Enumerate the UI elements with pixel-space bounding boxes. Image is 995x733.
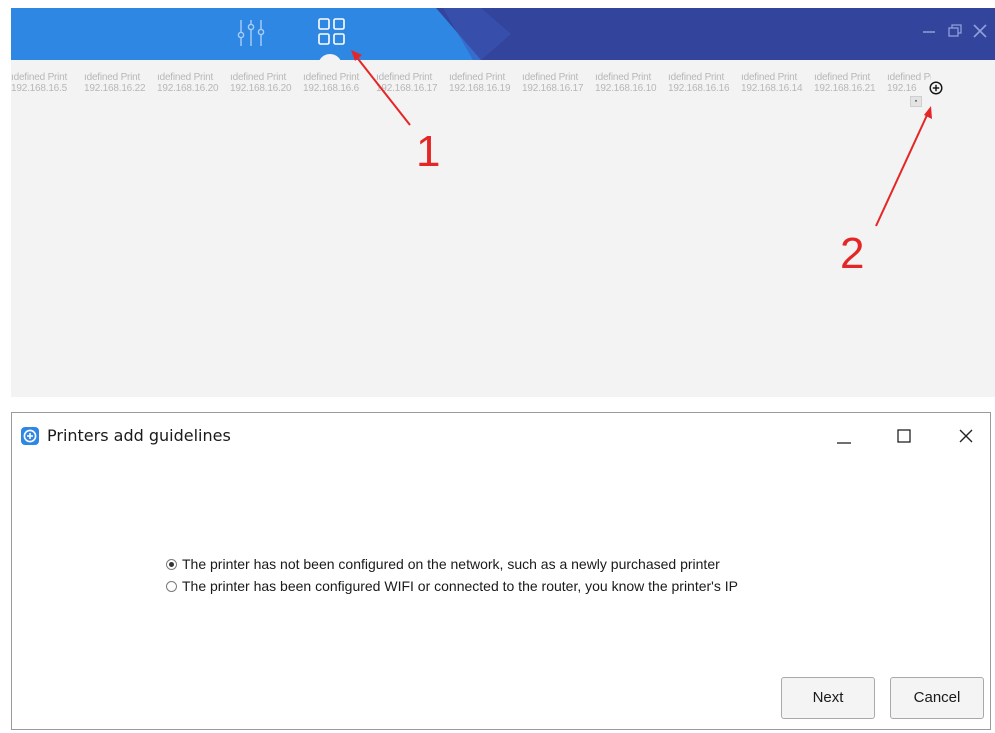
sliders-icon[interactable] [235, 18, 267, 48]
printer-ip: 192.168.16.21 [814, 83, 876, 94]
minimize-icon[interactable] [829, 421, 859, 451]
printer-item[interactable]: ıdefined Print 192.168.16.21 [814, 72, 887, 94]
radio-configured-wifi[interactable] [166, 580, 177, 592]
printer-ip: 192.168.16.20 [230, 83, 292, 94]
printer-item[interactable]: ıdefined Print 192.168.16.22 [84, 72, 157, 94]
close-icon[interactable] [969, 20, 991, 42]
printer-name: ıdefined Print [668, 72, 725, 83]
printer-item[interactable]: ıdefined Print 192.168.16.19 [449, 72, 522, 94]
printer-name: ıdefined Print [449, 72, 506, 83]
close-icon[interactable] [951, 421, 981, 451]
printer-name: ıdefined Print [11, 72, 68, 83]
printer-item[interactable]: ıdefined Print 192.168.16.16 [668, 72, 741, 94]
title-bar-dark-band [436, 8, 995, 60]
printer-name: ıdefined Print [157, 72, 214, 83]
printer-ip: 192.168.16.10 [595, 83, 657, 94]
printer-item[interactable]: ıdefined Print 192.168.16.20 [157, 72, 230, 94]
setup-options: The printer has not been configured on t… [166, 553, 738, 597]
next-button[interactable]: Next [781, 677, 875, 719]
printer-ip: 192.168.16.22 [84, 83, 146, 94]
printers-add-guidelines-dialog: Printers add guidelines The printer has … [11, 412, 991, 730]
cancel-button[interactable]: Cancel [890, 677, 984, 719]
option-configured-wifi-label: The printer has been configured WIFI or … [182, 578, 738, 594]
printer-name: ıdefined Print [522, 72, 579, 83]
restore-icon[interactable] [944, 20, 966, 42]
printer-ip: 192.168.16.5 [11, 83, 67, 94]
printer-item[interactable]: ıdefined Print 192.168.16.6 [303, 72, 376, 94]
printer-item[interactable]: ıdefined Print 192.168.16.17 [376, 72, 449, 94]
printer-ip: 192.168.16.17 [522, 83, 584, 94]
printer-name: ıdefined Print [814, 72, 871, 83]
option-configured-wifi[interactable]: The printer has been configured WIFI or … [166, 575, 738, 597]
annotation-label-1: 1 [416, 127, 441, 176]
printer-item[interactable]: ıdefined Print 192.168.16.10 [595, 72, 668, 94]
printer-ip: 192.168.16.20 [157, 83, 219, 94]
printer-app-icon [21, 427, 39, 445]
printer-name: ıdefined Print [303, 72, 360, 83]
printer-name: ıdefined Print [84, 72, 141, 83]
printer-ip: 192.168.16.17 [376, 83, 438, 94]
dialog-title: Printers add guidelines [47, 426, 231, 445]
printer-ip: 192.168.16.19 [449, 83, 511, 94]
option-not-configured[interactable]: The printer has not been configured on t… [166, 553, 738, 575]
printer-name: ıdefined Print [376, 72, 433, 83]
printer-item[interactable]: ıdefined Print 192.168.16.17 [522, 72, 595, 94]
annotation-label-2: 2 [840, 229, 865, 278]
option-not-configured-label: The printer has not been configured on t… [182, 556, 720, 572]
plus-circle-icon[interactable] [929, 81, 943, 95]
printer-ip: 192.168.16.16 [668, 83, 730, 94]
maximize-icon[interactable] [889, 421, 919, 451]
printer-name: ıdefined Print [741, 72, 798, 83]
printer-ip: 192.168.16.6 [303, 83, 359, 94]
printer-item[interactable]: ıdefined Printır192.16 [887, 72, 931, 94]
title-bar [11, 8, 995, 60]
printer-ip: 192.16 [887, 83, 917, 94]
minimize-icon[interactable] [918, 20, 940, 42]
printer-name: ıdefined Print [595, 72, 652, 83]
printer-item[interactable]: ıdefined Print 192.168.16.5 [11, 72, 84, 94]
grid-icon[interactable] [316, 16, 348, 48]
radio-not-configured[interactable] [166, 558, 177, 570]
printer-ip: 192.168.16.14 [741, 83, 803, 94]
printer-item[interactable]: ıdefined Print 192.168.16.14 [741, 72, 814, 94]
printer-name: ıdefined Print [230, 72, 287, 83]
printer-app-window: ıdefined Print 192.168.16.5 ıdefined Print… [11, 8, 995, 397]
scroll-button[interactable]: ▪ [910, 96, 922, 107]
printer-list: ıdefined Print 192.168.16.5 ıdefined Print… [11, 72, 931, 102]
printer-item[interactable]: ıdefined Print 192.168.16.20 [230, 72, 303, 94]
printer-name: ıdefined Printır [887, 72, 931, 83]
